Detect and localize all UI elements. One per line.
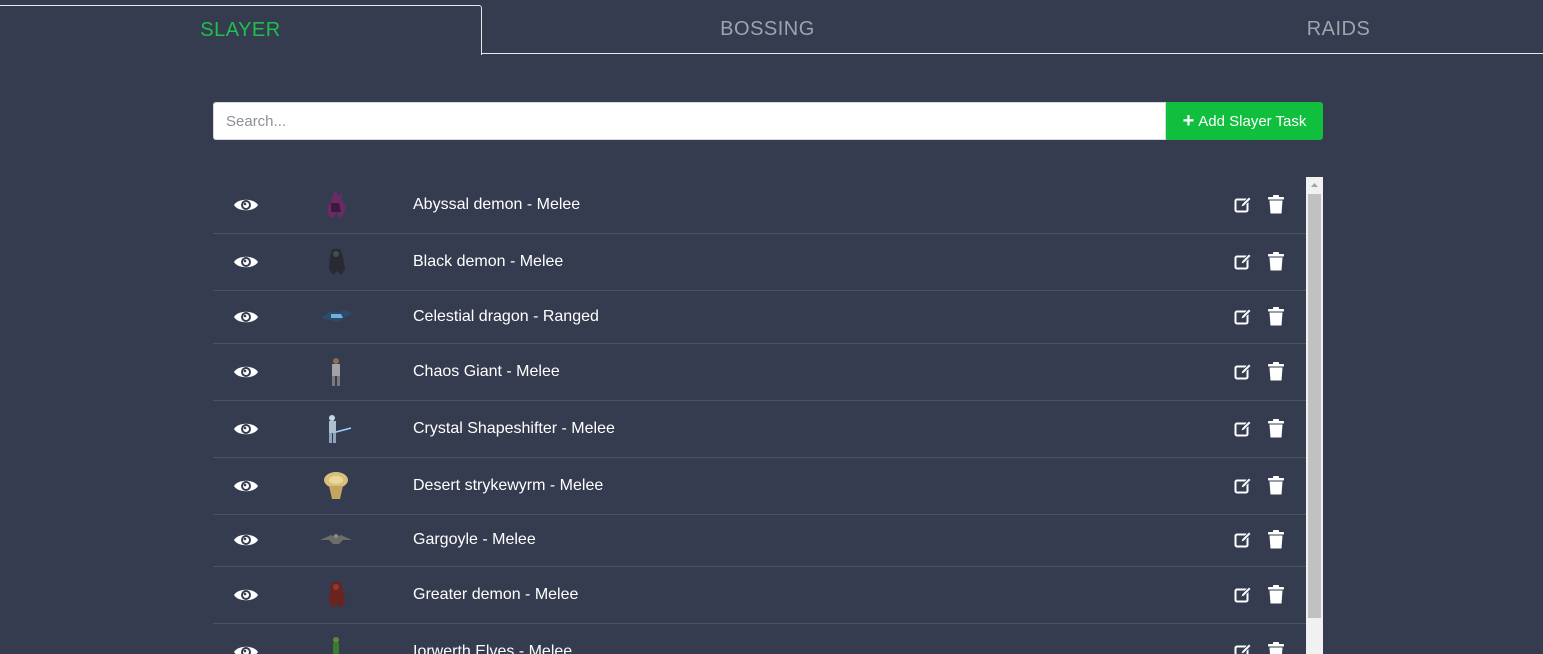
slayer-task-list: Abyssal demon - Melee Black demon - Melee… <box>213 177 1306 654</box>
view-eye-icon[interactable] <box>233 196 259 214</box>
task-row: Chaos Giant - Melee <box>213 344 1306 401</box>
edit-icon[interactable] <box>1234 420 1252 438</box>
tab-underline <box>481 53 1543 54</box>
trash-icon[interactable] <box>1268 195 1284 214</box>
edit-icon[interactable] <box>1234 477 1252 495</box>
view-eye-icon[interactable] <box>233 477 259 495</box>
task-row: Gargoyle - Melee <box>213 515 1306 567</box>
trash-icon[interactable] <box>1268 362 1284 381</box>
task-label: Iorwerth Elves - Melee <box>413 643 573 654</box>
add-slayer-task-button[interactable]: + Add Slayer Task <box>1166 102 1323 140</box>
trash-icon[interactable] <box>1268 252 1284 271</box>
view-eye-icon[interactable] <box>233 586 259 604</box>
task-row: Iorwerth Elves - Melee <box>213 624 1306 654</box>
tab-bar: SLAYER BOSSING RAIDS <box>0 0 1543 55</box>
task-row: Celestial dragon - Ranged <box>213 291 1306 344</box>
edit-icon[interactable] <box>1234 643 1252 654</box>
monster-thumbnail <box>319 412 353 446</box>
task-label: Crystal Shapeshifter - Melee <box>413 420 615 437</box>
task-label: Gargoyle - Melee <box>413 531 536 548</box>
monster-thumbnail <box>319 469 353 503</box>
view-eye-icon[interactable] <box>233 531 259 549</box>
search-input[interactable] <box>213 102 1166 140</box>
trash-icon[interactable] <box>1268 642 1284 654</box>
trash-icon[interactable] <box>1268 585 1284 604</box>
task-label: Abyssal demon - Melee <box>413 196 581 213</box>
trash-icon[interactable] <box>1268 419 1284 438</box>
monster-thumbnail <box>319 245 353 279</box>
view-eye-icon[interactable] <box>233 420 259 438</box>
trash-icon[interactable] <box>1268 307 1284 326</box>
monster-thumbnail <box>319 355 353 389</box>
monster-thumbnail <box>319 300 353 334</box>
task-row: Greater demon - Melee <box>213 567 1306 624</box>
task-label: Greater demon - Melee <box>413 586 579 603</box>
monster-thumbnail <box>319 578 353 612</box>
view-eye-icon[interactable] <box>233 308 259 326</box>
task-label: Chaos Giant - Melee <box>413 363 560 380</box>
plus-icon: + <box>1182 110 1195 132</box>
task-row: Crystal Shapeshifter - Melee <box>213 401 1306 458</box>
tab-slayer[interactable]: SLAYER <box>0 5 482 55</box>
task-label: Black demon - Melee <box>413 253 564 270</box>
trash-icon[interactable] <box>1268 476 1284 495</box>
edit-icon[interactable] <box>1234 363 1252 381</box>
task-row: Black demon - Melee <box>213 234 1306 291</box>
view-eye-icon[interactable] <box>233 253 259 271</box>
tab-raids[interactable]: RAIDS <box>1053 5 1543 54</box>
list-scrollbar[interactable] <box>1306 177 1323 654</box>
task-row: Desert strykewyrm - Melee <box>213 458 1306 515</box>
task-label: Celestial dragon - Ranged <box>413 308 599 325</box>
add-slayer-task-label: Add Slayer Task <box>1198 112 1307 130</box>
monster-thumbnail <box>319 188 353 222</box>
edit-icon[interactable] <box>1234 308 1252 326</box>
edit-icon[interactable] <box>1234 531 1252 549</box>
scroll-up-arrow-icon[interactable] <box>1306 177 1323 192</box>
edit-icon[interactable] <box>1234 586 1252 604</box>
monster-thumbnail <box>319 523 353 557</box>
monster-thumbnail <box>319 635 353 654</box>
trash-icon[interactable] <box>1268 530 1284 549</box>
view-eye-icon[interactable] <box>233 363 259 381</box>
edit-icon[interactable] <box>1234 253 1252 271</box>
tab-bossing[interactable]: BOSSING <box>482 5 1053 54</box>
task-label: Desert strykewyrm - Melee <box>413 477 604 494</box>
view-eye-icon[interactable] <box>233 643 259 654</box>
task-row: Abyssal demon - Melee <box>213 177 1306 234</box>
scrollbar-thumb[interactable] <box>1308 194 1321 618</box>
search-bar: + Add Slayer Task <box>213 102 1323 140</box>
edit-icon[interactable] <box>1234 196 1252 214</box>
